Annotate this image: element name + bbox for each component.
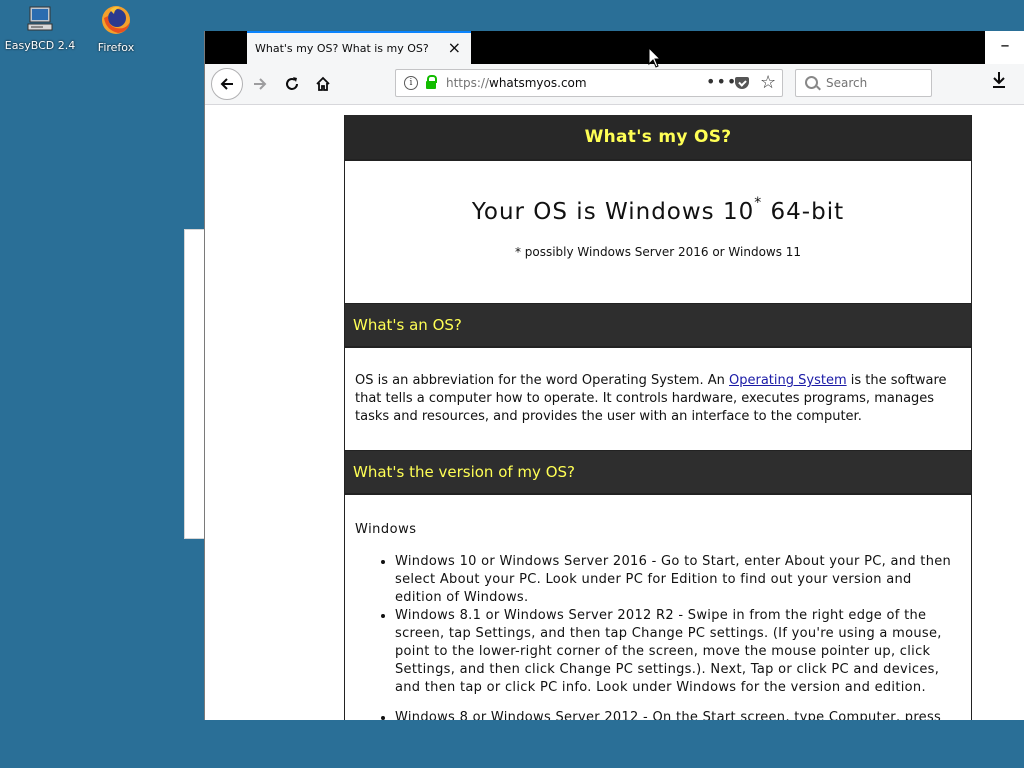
list-item: Windows 10 or Windows Server 2016 - Go t… (395, 553, 961, 607)
section-version-body: Windows Windows 10 or Windows Server 201… (345, 493, 971, 720)
tab-whatsmyos[interactable]: What's my OS? What is my OS? × (247, 31, 471, 64)
site-container: What's my OS? Your OS is Windows 10* 64-… (344, 115, 972, 720)
search-bar[interactable]: Search (795, 69, 932, 97)
page-viewport[interactable]: What's my OS? Your OS is Windows 10* 64-… (205, 105, 1024, 720)
back-button[interactable] (211, 68, 243, 100)
operating-system-link[interactable]: Operating System (729, 373, 847, 388)
url-text[interactable]: https://whatsmyos.com (446, 76, 587, 90)
section-whats-an-os-body: OS is an abbreviation for the word Opera… (345, 346, 971, 451)
url-scheme: https:// (446, 76, 490, 90)
section-version-heading: What's the version of my OS? (345, 451, 971, 493)
home-button[interactable] (309, 71, 337, 97)
os-result-prefix: Your OS is Windows 10 (471, 199, 755, 225)
easybcd-desktop-icon[interactable]: EasyBCD 2.4 (0, 4, 80, 52)
os-result-suffix: 64-bit (762, 199, 845, 225)
navigation-toolbar: i https://whatsmyos.com ••• ☆ Search (205, 64, 1024, 105)
section-whats-an-os-heading: What's an OS? (345, 304, 971, 346)
section1-text-a: OS is an abbreviation for the word Opera… (355, 373, 729, 388)
back-arrow-icon (220, 78, 233, 90)
forward-button[interactable] (246, 71, 274, 97)
url-host: whatsmyos.com (489, 76, 587, 90)
tab-bar: What's my OS? What is my OS? × – (205, 31, 1024, 64)
mouse-cursor-icon (648, 47, 662, 68)
download-icon (993, 72, 1005, 88)
minimize-button[interactable]: – (985, 31, 1024, 64)
tab-title: What's my OS? What is my OS? (255, 42, 429, 55)
list-item: Windows 8.1 or Windows Server 2012 R2 - … (395, 607, 961, 697)
search-placeholder: Search (826, 76, 868, 90)
url-bar[interactable]: i https://whatsmyos.com ••• ☆ (395, 69, 783, 97)
tab-close-icon[interactable]: × (448, 39, 461, 57)
os-result: Your OS is Windows 10* 64-bit (345, 195, 971, 225)
list-item: Windows 8 or Windows Server 2012 - On th… (395, 709, 961, 720)
windows-list: Windows 10 or Windows Server 2016 - Go t… (355, 553, 961, 720)
home-icon (316, 76, 330, 91)
downloads-button[interactable] (991, 71, 1007, 94)
firefox-window: What's my OS? What is my OS? × – i https… (204, 31, 1024, 720)
easybcd-label: EasyBCD 2.4 (4, 39, 76, 52)
lock-icon (426, 75, 437, 89)
reload-button[interactable] (278, 71, 306, 97)
page-actions-icon[interactable]: ••• (706, 72, 737, 91)
site-title: What's my OS? (345, 115, 971, 159)
firefox-icon (102, 6, 130, 34)
info-icon[interactable]: i (404, 76, 418, 90)
computer-icon (27, 6, 53, 31)
reload-icon (286, 77, 298, 90)
search-icon (805, 76, 818, 89)
bookmark-star-icon[interactable]: ☆ (760, 72, 776, 93)
pocket-icon[interactable] (735, 77, 749, 89)
firefox-desktop-icon[interactable]: Firefox (76, 4, 156, 54)
firefox-label: Firefox (97, 41, 135, 54)
os-result-mark: * (754, 195, 763, 211)
windows-heading: Windows (355, 522, 417, 537)
os-result-box: Your OS is Windows 10* 64-bit * possibly… (345, 159, 971, 304)
os-note: * possibly Windows Server 2016 or Window… (514, 245, 802, 259)
forward-arrow-icon (254, 78, 267, 90)
